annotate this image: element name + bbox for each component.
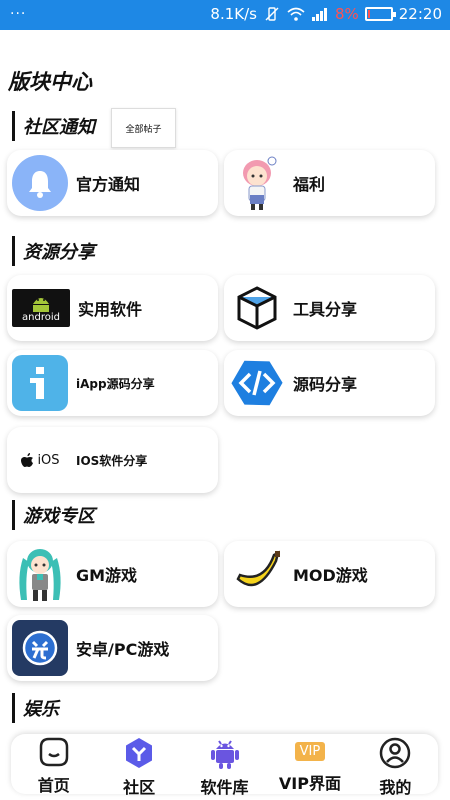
card-android-pc-games[interactable]: 安卓/PC游戏 [7,615,218,681]
clock: 22:20 [398,5,442,23]
bell-icon [12,155,68,211]
android-wordmark: android [22,311,60,323]
card-ios-software[interactable]: iOS IOS软件分享 [7,427,218,493]
card-welfare[interactable]: 福利 [224,150,435,216]
card-label: 工具分享 [293,300,358,319]
section-bar [12,236,15,266]
signal-icon [311,5,329,23]
banana-icon [229,546,285,602]
status-right: 8.1K/s 8% 22:20 [210,5,442,23]
card-label: 实用软件 [78,300,143,319]
community-hexagon-icon [122,736,156,770]
section-bar [12,111,15,141]
card-label: IOS软件分享 [76,453,148,468]
section-bar [12,500,15,530]
network-speed: 8.1K/s [210,5,257,23]
card-label: 福利 [293,175,326,194]
card-source-share[interactable]: 源码分享 [224,350,435,416]
card-tool-share[interactable]: 工具分享 [224,275,435,341]
miku-character-icon [12,546,68,602]
card-label: 官方通知 [76,175,141,194]
page-title: 版块中心 [8,70,92,94]
home-face-icon [37,736,71,768]
android-robot-icon [208,736,242,770]
card-practical-software[interactable]: android 实用软件 [7,275,218,341]
wifi-icon [287,5,305,23]
nav-vip[interactable]: VIP VIP界面 [267,734,352,794]
anime-girl-icon [229,155,285,211]
android-logo-icon: android [12,289,70,327]
all-posts-button[interactable]: 全部帖子 [111,108,176,148]
section-bar [12,693,15,723]
nav-label: 软件库 [200,778,249,797]
code-icon [229,355,285,411]
card-gm-games[interactable]: GM游戏 [7,541,218,607]
card-label: 源码分享 [293,375,358,394]
battery-percent: 8% [334,5,359,23]
card-label: iApp源码分享 [76,376,155,391]
nav-software-library[interactable]: 软件库 [182,734,267,797]
cube-icon [229,280,285,336]
nav-label: 我的 [379,778,412,797]
nav-label: VIP界面 [278,774,341,793]
iapp-icon [12,355,68,411]
section-header-resources: 资源分享 [12,236,95,266]
section-header-entertainment: 娱乐 [12,693,59,723]
section-title: 娱乐 [23,699,59,720]
nav-home[interactable]: 首页 [11,734,96,795]
section-title: 游戏专区 [23,506,95,527]
section-header-games: 游戏专区 [12,500,95,530]
vip-badge-text: VIP [294,741,326,761]
ios-wordmark: iOS [37,452,60,468]
game-app-logo-icon [12,620,68,676]
nav-label: 社区 [123,778,156,797]
vip-badge-icon: VIP [293,736,327,766]
bottom-navigation: 首页 社区 软件库 VIP VIP界面 我的 [11,734,438,797]
nav-mine[interactable]: 我的 [353,734,438,797]
section-header-community: 社区通知 [12,111,95,141]
nav-community[interactable]: 社区 [96,734,181,797]
user-profile-icon [378,736,412,770]
notification-dots: ··· [10,6,27,22]
section-title: 社区通知 [23,117,95,138]
section-title: 资源分享 [23,242,95,263]
card-official-notice[interactable]: 官方通知 [7,150,218,216]
card-label: 安卓/PC游戏 [76,640,170,659]
status-bar: ··· 8.1K/s 8% 22:20 [0,0,450,30]
battery-fill [367,10,370,18]
card-mod-games[interactable]: MOD游戏 [224,541,435,607]
apple-ios-icon: iOS [12,432,68,488]
card-iapp-source[interactable]: iApp源码分享 [7,350,218,416]
battery-icon [364,7,396,21]
card-label: GM游戏 [76,566,138,585]
nav-label: 首页 [37,776,70,795]
vibrate-off-icon [263,5,281,23]
card-label: MOD游戏 [293,566,368,585]
